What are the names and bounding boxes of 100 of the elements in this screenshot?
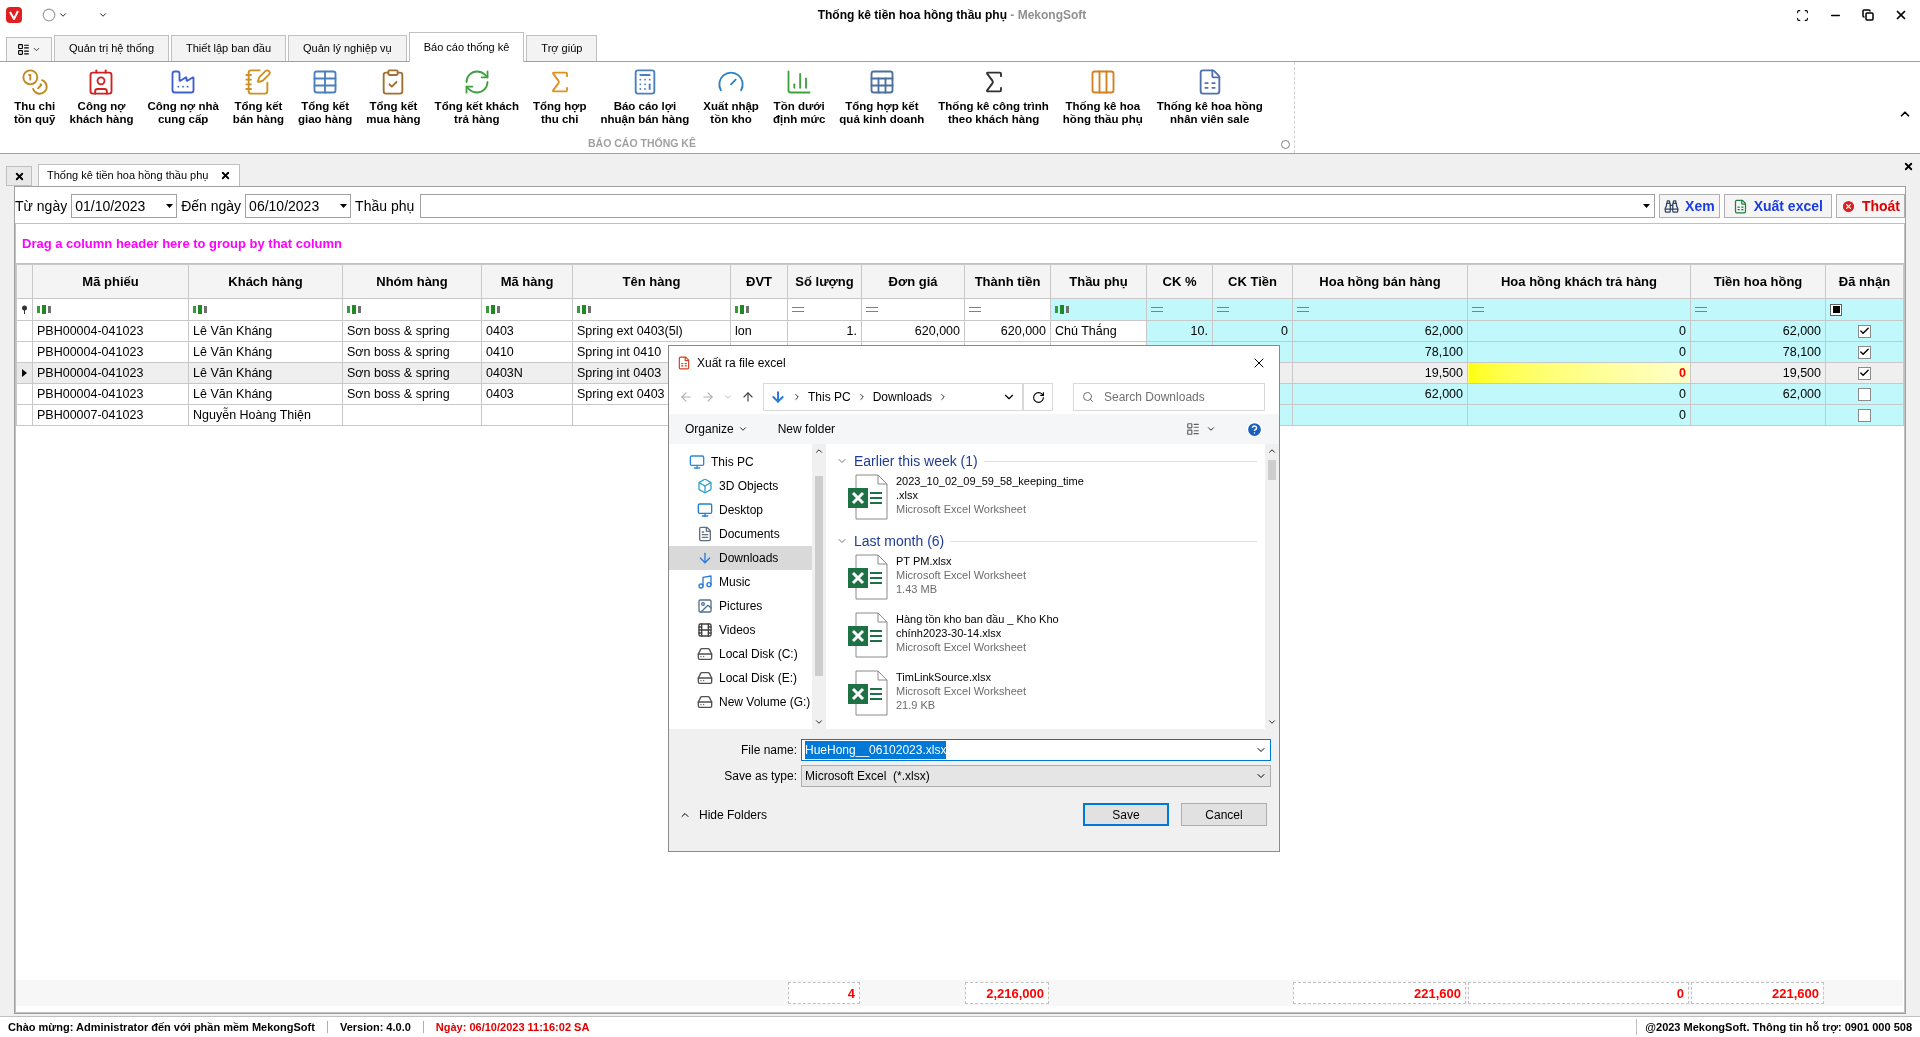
ribbon-tab[interactable]: Báo cáo thống kê <box>408 32 525 62</box>
ribbon-button[interactable]: Tổng kết giao hàng <box>292 68 359 136</box>
column-header[interactable]: Tên hàng <box>572 264 731 299</box>
nav-item[interactable]: 3D Objects <box>669 474 812 498</box>
nav-item[interactable]: Local Disk (E:) <box>669 666 812 690</box>
filter-checkbox[interactable] <box>1830 303 1842 316</box>
ribbon-tab[interactable]: Quản trị hệ thống <box>54 35 169 61</box>
close-icon[interactable] <box>1894 8 1908 22</box>
new-folder-button[interactable]: New folder <box>777 420 836 438</box>
row-indicator[interactable] <box>16 362 33 384</box>
dropdown-icon[interactable] <box>340 204 348 208</box>
checkbox[interactable] <box>1858 387 1871 401</box>
column-header[interactable]: Thầu phụ <box>1050 264 1147 299</box>
column-header[interactable]: Nhóm hàng <box>342 264 482 299</box>
help-icon[interactable] <box>1246 420 1263 438</box>
ribbon-button[interactable]: Tổng kết bán hàng <box>226 68 290 136</box>
column-header[interactable]: Mã phiếu <box>32 264 189 299</box>
export-button[interactable]: Xuất excel <box>1723 194 1832 218</box>
cancel-button[interactable]: Cancel <box>1181 803 1267 826</box>
column-header[interactable]: ĐVT <box>730 264 788 299</box>
column-header[interactable]: Khách hàng <box>188 264 343 299</box>
column-header[interactable]: Số lượng <box>787 264 862 299</box>
document-tab[interactable]: Thống kê tiền hoa hồng thầu phụ <box>38 164 241 186</box>
ribbon-button[interactable]: Công nợ nhà cung cấp <box>141 68 225 136</box>
scroll-up-icon[interactable] <box>814 446 824 456</box>
save-type-dropdown[interactable]: Microsoft Excel (*.xlsx) <box>801 765 1271 787</box>
ribbon-button[interactable]: Thống kê hoa hồng nhân viên sale <box>1150 68 1269 136</box>
nav-item[interactable]: This PC <box>669 450 812 474</box>
group-header[interactable]: Last month (6) <box>854 530 945 552</box>
column-header[interactable]: Thành tiền <box>964 264 1051 299</box>
column-header[interactable]: CK % <box>1146 264 1213 299</box>
circle-icon[interactable] <box>42 8 56 22</box>
file-item[interactable]: 2023_10_02_09_59_58_keeping_time .xlsx Microsoft Excel Worksheet <box>836 472 1265 522</box>
scrollbar-thumb[interactable] <box>1268 460 1276 480</box>
scroll-down-icon[interactable] <box>1267 717 1277 727</box>
ribbon-tab[interactable]: Thiết lập ban đầu <box>171 35 287 61</box>
scroll-up-icon[interactable] <box>1267 446 1277 456</box>
ribbon-button[interactable]: Tổng hợp thu chi <box>526 68 593 136</box>
search-field[interactable]: Search Downloads <box>1073 383 1265 411</box>
file-item[interactable]: TimLinkSource.xlsx Microsoft Excel Worksheet 21.9 KB <box>836 668 1265 718</box>
nav-item[interactable]: Documents <box>669 522 812 546</box>
dropdown-icon[interactable] <box>166 204 174 208</box>
ribbon-button[interactable]: Công nợ khách hàng <box>63 68 140 136</box>
nav-item[interactable]: Downloads <box>669 546 812 570</box>
nav-item[interactable]: Pictures <box>669 594 812 618</box>
ribbon-button[interactable]: Tồn dưới định mức <box>766 68 832 136</box>
column-header[interactable]: CK Tiền <box>1212 264 1293 299</box>
app-menu-button[interactable] <box>6 37 52 61</box>
ribbon-button[interactable]: Tổng hợp kết quả kinh doanh <box>833 68 931 136</box>
file-item[interactable]: PT PM.xlsx Microsoft Excel Worksheet 1.43 MB <box>836 552 1265 602</box>
column-header[interactable]: Đã nhận <box>1825 264 1904 299</box>
column-header[interactable]: Hoa hồng bán hàng <box>1292 264 1468 299</box>
ribbon-tab[interactable]: Trợ giúp <box>526 35 598 61</box>
column-header[interactable]: Tiền hoa hồng <box>1690 264 1826 299</box>
close-icon[interactable] <box>1903 161 1914 172</box>
checkbox[interactable] <box>1858 408 1871 422</box>
date-field[interactable]: 01/10/2023 <box>71 194 178 218</box>
nav-item[interactable]: Local Disk (C:) <box>669 642 812 666</box>
ribbon-button[interactable]: Thống kê hoa hồng thầu phụ <box>1056 68 1149 136</box>
view-button[interactable]: Xem <box>1659 194 1720 218</box>
breadcrumb-item[interactable]: Downloads <box>872 388 933 406</box>
ribbon-tab[interactable]: Quản lý nghiệp vụ <box>288 35 407 61</box>
capture-icon[interactable] <box>1796 8 1809 22</box>
ribbon-button[interactable]: Tổng kết mua hàng <box>360 68 427 136</box>
file-name-field[interactable]: HueHong__06102023.xlsx <box>801 739 1271 761</box>
checkbox[interactable] <box>1858 366 1871 380</box>
scrollbar-thumb[interactable] <box>815 476 823 676</box>
organize-menu[interactable]: Organize <box>685 420 748 438</box>
ribbon-button[interactable]: Báo cáo lợi nhuận bán hàng <box>594 68 696 136</box>
dropdown-icon[interactable] <box>58 10 68 20</box>
scroll-down-icon[interactable] <box>814 717 824 727</box>
breadcrumb-item[interactable]: This PC <box>808 388 851 406</box>
dropdown-icon[interactable] <box>1206 424 1216 434</box>
group-header[interactable]: Earlier this week (1) <box>854 450 978 472</box>
hide-folders-button[interactable]: Hide Folders <box>677 805 768 824</box>
close-icon[interactable] <box>220 170 232 181</box>
ribbon-button[interactable]: Xuất nhập tồn kho <box>697 68 765 136</box>
subcontractor-dropdown[interactable] <box>420 194 1656 218</box>
exit-button[interactable]: Thoát <box>1835 194 1905 218</box>
nav-item[interactable]: Desktop <box>669 498 812 522</box>
close-all-button[interactable] <box>6 166 32 186</box>
address-bar[interactable]: This PC Downloads <box>763 383 1023 411</box>
column-header[interactable]: Mã hàng <box>481 264 573 299</box>
restore-icon[interactable] <box>1862 9 1874 21</box>
save-button[interactable]: Save <box>1083 803 1169 826</box>
view-options-icon[interactable] <box>1186 422 1200 436</box>
ribbon-button[interactable]: Thu chi tồn quỹ <box>8 68 62 136</box>
checkbox[interactable] <box>1858 324 1871 338</box>
customize-toolbar-icon[interactable] <box>98 10 108 20</box>
date-field[interactable]: 06/10/2023 <box>245 194 352 218</box>
nav-item[interactable]: New Volume (G:) <box>669 690 812 714</box>
ribbon-button[interactable]: Tổng kết khách trả hàng <box>428 68 525 136</box>
nav-item[interactable]: Music <box>669 570 812 594</box>
refresh-button[interactable] <box>1023 383 1053 411</box>
checkbox[interactable] <box>1858 345 1871 359</box>
up-icon[interactable] <box>741 390 755 404</box>
ribbon-button[interactable]: Thống kê công trình theo khách hàng <box>932 68 1055 136</box>
column-header[interactable]: Hoa hồng khách trả hàng <box>1467 264 1691 299</box>
nav-item[interactable]: Videos <box>669 618 812 642</box>
file-item[interactable]: Hàng tồn kho ban đầu _ Kho Kho chính2023-30-14.xlsx Microsoft Excel Worksheet <box>836 610 1265 660</box>
